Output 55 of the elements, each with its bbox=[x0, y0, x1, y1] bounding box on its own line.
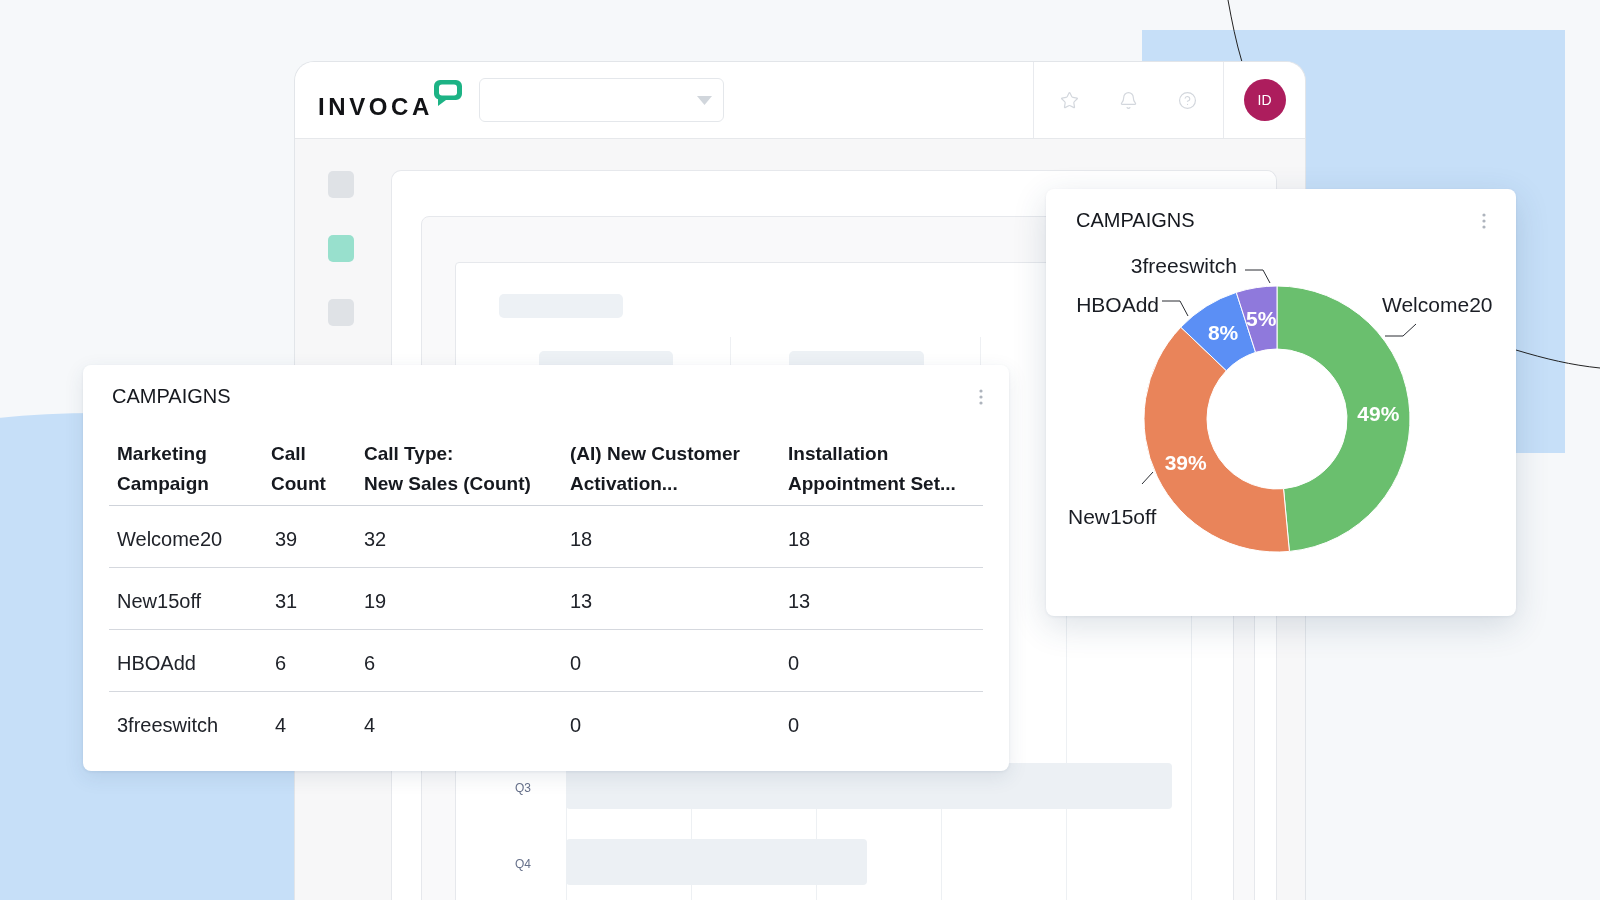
table-cell-text: 0 bbox=[569, 650, 582, 675]
slice-label: HBOAdd bbox=[1076, 293, 1159, 316]
table-cell-text: 31 bbox=[274, 588, 298, 613]
nav-tile[interactable] bbox=[328, 299, 354, 326]
nav-tile[interactable] bbox=[328, 171, 354, 198]
table-cell-text: HBOAdd bbox=[116, 650, 196, 675]
table-cell-text: New15off bbox=[116, 588, 202, 613]
nav-tile[interactable] bbox=[328, 235, 354, 262]
speech-bubble-icon bbox=[433, 80, 462, 106]
logo-text: INVOCA bbox=[318, 95, 433, 119]
star-icon[interactable] bbox=[1060, 90, 1079, 110]
axis-label: Q3 bbox=[515, 781, 531, 795]
percentage-label: 49% bbox=[1357, 402, 1400, 426]
leader-line bbox=[1161, 300, 1189, 317]
column-header: Call Type: New Sales (Count) bbox=[363, 442, 532, 496]
table-cell-text: 4 bbox=[274, 712, 287, 737]
table-cell-text: 6 bbox=[274, 650, 287, 675]
table-cell-text: 39 bbox=[274, 526, 298, 551]
bell-icon[interactable] bbox=[1119, 90, 1138, 110]
table-cell-text: 6 bbox=[363, 650, 376, 675]
leader-line bbox=[1141, 471, 1154, 485]
caret-icon bbox=[696, 95, 712, 105]
table-cell-text: Welcome20 bbox=[116, 526, 223, 551]
percentage-label: 8% bbox=[1207, 321, 1239, 344]
slice-label: Welcome20 bbox=[1382, 293, 1493, 316]
leader-line bbox=[1384, 323, 1417, 337]
dropdown-field[interactable] bbox=[478, 78, 724, 122]
table-cell-text: 18 bbox=[569, 526, 593, 551]
leader-line bbox=[1244, 269, 1271, 284]
card-title: CAMPAIGNS bbox=[1076, 209, 1195, 232]
table-cell-text: 0 bbox=[787, 650, 800, 675]
card-title: CAMPAIGNS bbox=[112, 385, 231, 408]
table-cell-text: 13 bbox=[569, 588, 593, 613]
table-cell-text: 4 bbox=[363, 712, 376, 737]
help-icon[interactable] bbox=[1178, 90, 1197, 110]
table-cell-text: 32 bbox=[363, 526, 387, 551]
table-cell-text: 18 bbox=[787, 526, 811, 551]
table-cell-text: 3freeswitch bbox=[116, 712, 219, 737]
more-options-icon[interactable] bbox=[1482, 212, 1486, 229]
table-cell-text: 0 bbox=[787, 712, 800, 737]
column-header: (AI) New Customer Activation... bbox=[569, 442, 741, 496]
column-header: Installation Appointment Set... bbox=[787, 442, 957, 496]
decorative-curve bbox=[1227, 0, 1243, 62]
table-cell-text: 19 bbox=[363, 588, 387, 613]
user-avatar[interactable]: ID bbox=[1243, 79, 1286, 121]
table-cell-text: 0 bbox=[569, 712, 582, 737]
axis-label: Q4 bbox=[515, 857, 531, 871]
column-header: Call Count bbox=[270, 442, 327, 496]
slice-label: New15off bbox=[1068, 505, 1157, 528]
slice-label: 3freeswitch bbox=[1130, 254, 1237, 277]
percentage-label: 5% bbox=[1246, 306, 1277, 330]
table-cell-text: 13 bbox=[787, 588, 811, 613]
percentage-label: 39% bbox=[1164, 451, 1207, 475]
more-options-icon[interactable] bbox=[979, 388, 983, 405]
column-header: Marketing Campaign bbox=[116, 442, 210, 496]
